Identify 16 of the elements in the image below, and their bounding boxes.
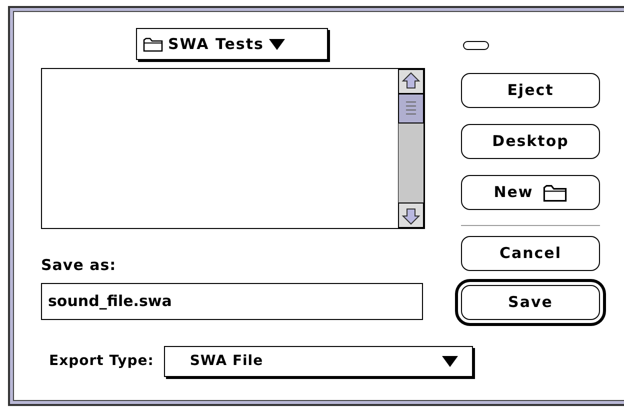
- disk-name-indicator: [463, 41, 489, 50]
- scrollbar[interactable]: [398, 69, 424, 228]
- caret-icon: [268, 38, 285, 50]
- dialog-button[interactable]: Cancel: [461, 236, 600, 271]
- input-field[interactable]: sound_file.swa: [41, 282, 423, 320]
- dialog-button[interactable]: Desktop: [461, 124, 600, 159]
- caret-icon: [442, 356, 458, 366]
- dialog-button[interactable]: New: [461, 175, 600, 210]
- folder-popup[interactable]: SWA Tests: [136, 28, 328, 60]
- folder-icon: [543, 184, 568, 202]
- dialog-button[interactable]: Eject: [461, 73, 600, 108]
- export-type-popup[interactable]: SWA File: [164, 346, 473, 376]
- folder-icon: [143, 36, 163, 52]
- export-type-label: Export Type:: [49, 352, 154, 370]
- save-as-label: Save as:: [41, 255, 118, 276]
- file-list[interactable]: [41, 68, 425, 229]
